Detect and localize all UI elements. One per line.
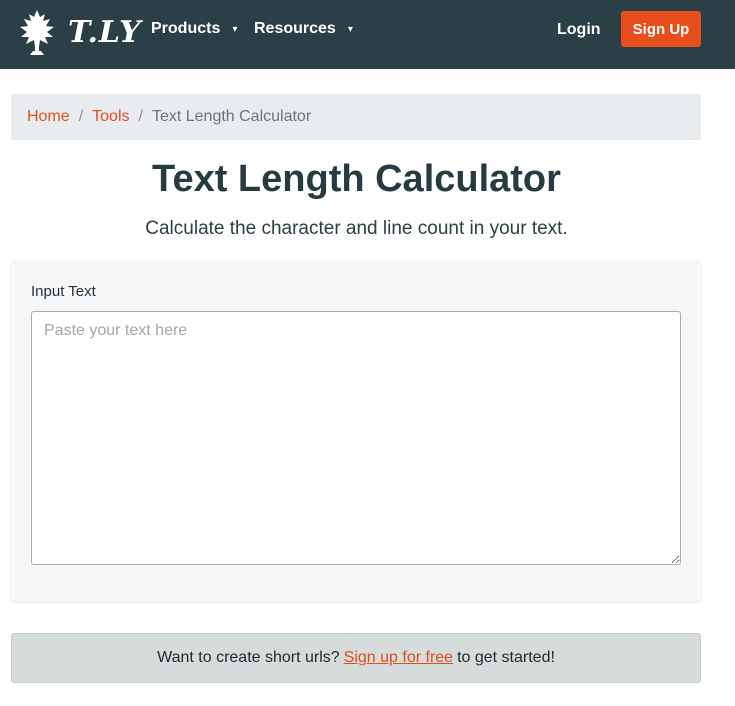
text-input[interactable] [31,311,681,565]
page-title: Text Length Calculator [152,158,561,200]
signup-promo-banner: Want to create short urls? Sign up for f… [11,633,701,683]
nav-resources[interactable]: Resources ▾ [254,20,353,38]
breadcrumb-separator: / [138,108,143,125]
logo[interactable]: T.LY [12,6,142,58]
input-text-label: Input Text [31,283,96,300]
chevron-down-icon: ▾ [232,23,238,35]
breadcrumb-current: Text Length Calculator [151,108,312,125]
page-subtitle: Calculate the character and line count i… [145,218,568,239]
tree-icon [12,7,62,57]
breadcrumb-tools[interactable]: Tools [92,108,129,126]
breadcrumb-home[interactable]: Home [27,108,70,126]
breadcrumb-separator: / [78,108,84,125]
nav-resources-label: Resources [254,20,336,37]
signup-button[interactable]: Sign Up [621,11,701,47]
chevron-down-icon: ▾ [347,23,353,35]
breadcrumb: Home / Tools / Text Length Calculator [11,94,701,140]
signup-free-link[interactable]: Sign up for free [344,649,453,667]
promo-text-after: to get started! [457,649,555,666]
input-card: Input Text [11,260,701,601]
top-navbar: T.LY Products ▾ Resources ▾ Login Sign U… [0,0,735,69]
nav-products[interactable]: Products ▾ [151,20,237,38]
login-link[interactable]: Login [557,21,601,39]
promo-text-before: Want to create short urls? [157,649,340,666]
logo-text: T.LY [68,14,142,50]
nav-products-label: Products [151,20,221,37]
